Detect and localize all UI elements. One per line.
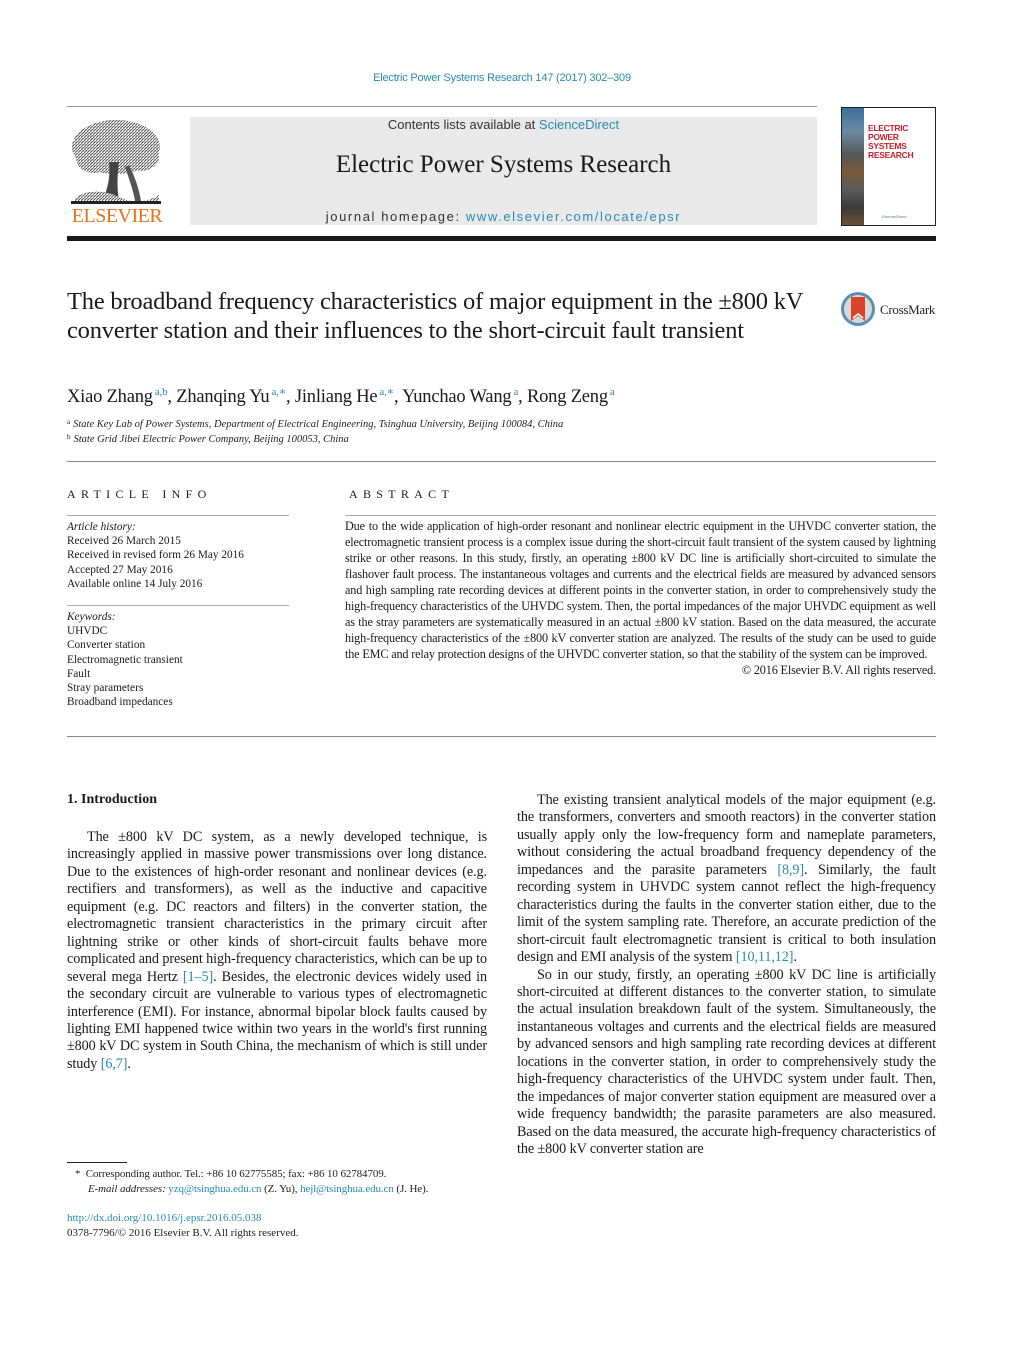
- issn-line: 0378-7796/© 2016 Elsevier B.V. All right…: [67, 1227, 299, 1239]
- contents-prefix: Contents lists available at: [387, 117, 539, 132]
- abstract-text: Due to the wide application of high-orde…: [345, 519, 936, 661]
- author-name: Xiao Zhang: [67, 387, 153, 407]
- author[interactable]: Zhanqing Yu a,∗: [176, 386, 286, 407]
- abstract-body: Due to the wide application of high-orde…: [345, 518, 936, 678]
- elsevier-wordmark: ELSEVIER: [71, 205, 163, 227]
- affiliation: a State Key Lab of Power Systems, Departm…: [67, 418, 563, 430]
- paragraph: So in our study, firstly, an operating ±…: [517, 966, 936, 1158]
- keywords-label: Keywords:: [67, 611, 116, 623]
- keyword: UHVDC: [67, 625, 108, 638]
- keywords-rule: [67, 605, 289, 606]
- contents-line: Contents lists available at ScienceDirec…: [190, 117, 817, 132]
- paragraph: The ±800 kV DC system, as a newly develo…: [67, 829, 487, 1073]
- paragraph: The existing transient analytical models…: [517, 792, 936, 967]
- author-name: Rong Zeng: [526, 387, 608, 407]
- footnote-rule: [67, 1162, 127, 1163]
- author-list: Xiao Zhang a,b, Zhanqing Yu a,∗, Jinliang …: [67, 385, 615, 408]
- footnote-mark: *: [75, 1168, 81, 1180]
- abstract-heading: ABSTRACT: [349, 487, 455, 501]
- header-rule: [67, 106, 817, 107]
- section-divider: [67, 736, 936, 737]
- abstract-rule: [345, 515, 936, 516]
- citation-link[interactable]: [1–5]: [183, 969, 213, 985]
- author-affiliation-mark[interactable]: a,b: [155, 386, 168, 398]
- article-info-rule: [67, 515, 289, 516]
- homepage-line: journal homepage: www.elsevier.com/locat…: [190, 209, 817, 224]
- cover-title-line: SYSTEMS RESEARCH: [868, 141, 914, 160]
- section-divider: [67, 461, 936, 462]
- history-item: Received in revised form 26 May 2016: [67, 549, 244, 562]
- paragraph-text: .: [127, 1055, 131, 1072]
- crossmark-badge[interactable]: CrossMark: [840, 291, 940, 329]
- journal-banner: Contents lists available at ScienceDirec…: [190, 117, 817, 225]
- keywords-list: Keywords: UHVDC Converter station Electr…: [67, 610, 289, 709]
- affiliation-text: State Grid Jibei Electric Power Company,…: [73, 434, 349, 445]
- email-owner: (Z. Yu),: [261, 1183, 301, 1195]
- crossmark-label: CrossMark: [880, 302, 936, 317]
- homepage-prefix: journal homepage:: [325, 209, 466, 224]
- header-thick-rule: [67, 236, 936, 241]
- cover-publisher: ElsevierDirect: [882, 214, 907, 219]
- sciencedirect-link[interactable]: ScienceDirect: [539, 117, 619, 132]
- author[interactable]: Yunchao Wang a: [402, 386, 518, 407]
- doi-line: http://dx.doi.org/10.1016/j.epsr.2016.05…: [67, 1212, 261, 1224]
- keyword: Stray parameters: [67, 682, 144, 695]
- author[interactable]: Xiao Zhang a,b: [67, 386, 168, 407]
- keyword: Broadband impedances: [67, 696, 173, 709]
- citation-link[interactable]: [8,9]: [777, 862, 804, 878]
- body-column-right: The existing transient analytical models…: [517, 792, 936, 1159]
- article-history-label: Article history:: [67, 521, 136, 533]
- author[interactable]: Rong Zeng a: [526, 386, 615, 407]
- journal-cover[interactable]: ELECTRIC POWER SYSTEMS RESEARCH Elsevier…: [841, 107, 936, 226]
- affiliation-text: State Key Lab of Power Systems, Departme…: [73, 419, 564, 430]
- elsevier-tree-icon: [71, 120, 161, 204]
- affiliation: b State Grid Jibei Electric Power Company…: [67, 433, 349, 445]
- keyword: Electromagnetic transient: [67, 653, 183, 666]
- footnote-text: Corresponding author. Tel.: +86 10 62775…: [85, 1168, 387, 1180]
- email-link[interactable]: yzq@tsinghua.edu.cn: [168, 1183, 261, 1195]
- email-link[interactable]: hejl@tsinghua.edu.cn: [300, 1183, 394, 1195]
- author-separator: ,: [285, 387, 295, 407]
- citation-link[interactable]: [10,11,12]: [736, 949, 794, 965]
- paragraph-text: The ±800 kV DC system, as a newly develo…: [67, 829, 487, 985]
- body-column-left: The ±800 kV DC system, as a newly develo…: [67, 829, 487, 1073]
- author-name: Zhanqing Yu: [176, 387, 270, 407]
- section-heading: 1. Introduction: [67, 792, 157, 807]
- author-separator: ,: [518, 387, 527, 407]
- paragraph-text: .: [793, 949, 797, 966]
- crossmark-icon: [841, 292, 875, 326]
- keyword: Fault: [67, 667, 91, 680]
- author-separator: ,: [167, 387, 177, 407]
- journal-title: Electric Power Systems Research: [335, 151, 672, 178]
- author-affiliation-mark[interactable]: a,∗: [271, 386, 286, 398]
- author-affiliation-mark[interactable]: a,∗: [379, 386, 394, 398]
- affiliation-mark: b: [67, 433, 71, 441]
- elsevier-logo[interactable]: ELSEVIER: [67, 117, 167, 227]
- affiliation-mark: a: [67, 418, 71, 426]
- author-name: Yunchao Wang: [402, 387, 512, 407]
- article-history: Article history: Received 26 March 2015 …: [67, 520, 289, 591]
- author-affiliation-mark[interactable]: a: [610, 386, 615, 398]
- cover-title: ELECTRIC POWER SYSTEMS RESEARCH: [868, 124, 934, 160]
- history-item: Accepted 27 May 2016: [67, 563, 173, 576]
- article-title: The broadband frequency characteristics …: [67, 288, 803, 344]
- author-name: Jinliang He: [294, 387, 378, 407]
- history-item: Available online 14 July 2016: [67, 577, 203, 590]
- author[interactable]: Jinliang He a,∗: [294, 386, 394, 407]
- keyword: Converter station: [67, 639, 146, 652]
- running-head[interactable]: Electric Power Systems Research 147 (201…: [0, 72, 1004, 84]
- email-label: E-mail addresses:: [88, 1183, 166, 1195]
- author-separator: ,: [393, 387, 403, 407]
- abstract-copyright: © 2016 Elsevier B.V. All rights reserved…: [741, 663, 936, 677]
- cover-title-line: ELECTRIC POWER: [868, 123, 909, 142]
- citation-link[interactable]: [6,7]: [101, 1056, 128, 1072]
- email-owner: (J. He).: [393, 1183, 429, 1195]
- doi-link[interactable]: http://dx.doi.org/10.1016/j.epsr.2016.05…: [67, 1212, 261, 1224]
- corresponding-author-note: * Corresponding author. Tel.: +86 10 627…: [75, 1168, 386, 1180]
- homepage-link[interactable]: www.elsevier.com/locate/epsr: [466, 209, 681, 224]
- cover-image-strip: [842, 108, 864, 225]
- email-note: E-mail addresses: yzq@tsinghua.edu.cn (Z…: [88, 1183, 428, 1195]
- article-info-heading: ARTICLE INFO: [67, 487, 212, 501]
- history-item: Received 26 March 2015: [67, 535, 181, 548]
